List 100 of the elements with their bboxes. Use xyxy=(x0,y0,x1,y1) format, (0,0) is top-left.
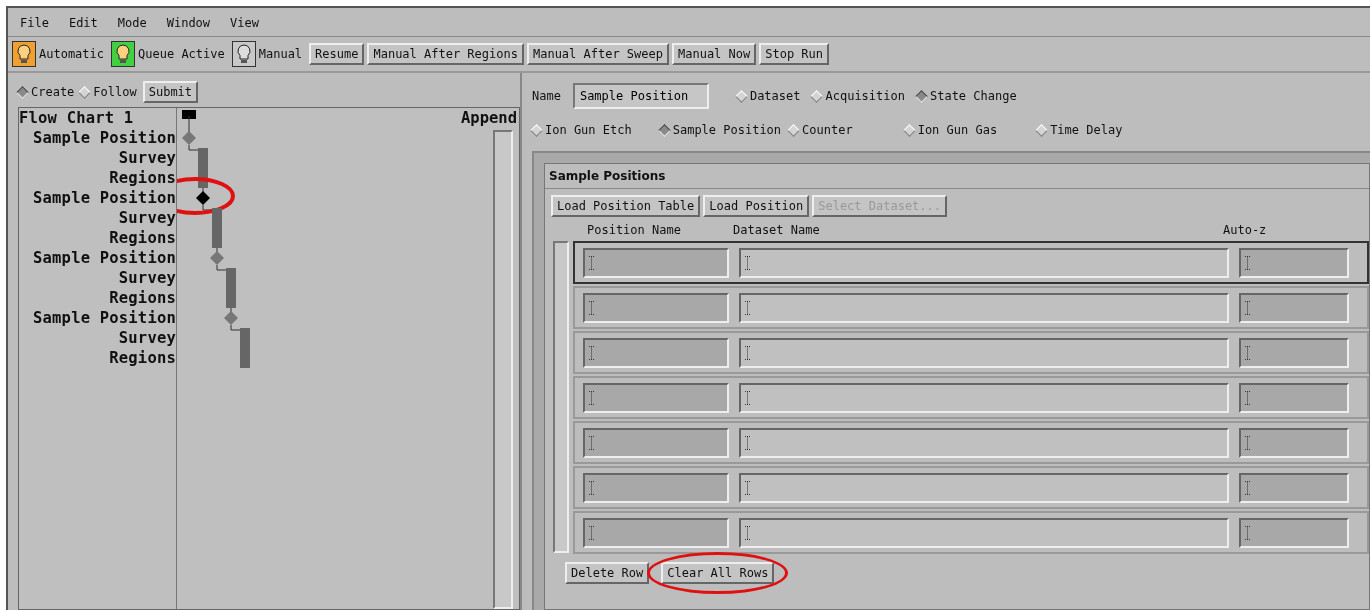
position-name-field[interactable] xyxy=(583,337,729,368)
mode-label: Queue Active xyxy=(138,47,225,61)
menu-item[interactable]: Edit xyxy=(68,16,98,30)
step-label: Survey xyxy=(118,208,176,228)
step-label: Regions xyxy=(109,228,176,248)
type-radio[interactable]: Counter xyxy=(789,123,853,137)
dataset-name-field[interactable] xyxy=(739,382,1229,413)
table-row[interactable] xyxy=(573,511,1369,554)
auto-z-field[interactable] xyxy=(1239,247,1349,278)
dataset-name-field[interactable] xyxy=(739,292,1229,323)
name-field[interactable]: Sample Position xyxy=(572,83,709,109)
action-button[interactable]: Manual After Regions xyxy=(367,43,524,65)
text-cursor-icon xyxy=(589,480,594,495)
light-bulb-icon xyxy=(17,44,31,64)
auto-z-field[interactable] xyxy=(1239,472,1349,503)
start-node xyxy=(182,110,196,119)
step-label: Regions xyxy=(109,168,176,188)
action-button[interactable]: Stop Run xyxy=(759,43,830,65)
text-cursor-icon xyxy=(589,525,594,540)
text-cursor-icon xyxy=(1245,390,1250,405)
column-header: Dataset Name xyxy=(733,223,821,237)
action-button[interactable]: Manual After Sweep xyxy=(526,43,669,65)
menu-item[interactable]: Mode xyxy=(117,16,147,30)
type-radio[interactable]: Ion Gun Etch xyxy=(532,123,632,137)
step-label: Regions xyxy=(109,288,176,308)
step-diamond[interactable] xyxy=(196,191,210,205)
action-button[interactable]: Manual Now xyxy=(672,43,757,65)
auto-z-field[interactable] xyxy=(1239,292,1349,323)
dataset-name-field[interactable] xyxy=(739,427,1229,458)
group-title: Sample Positions xyxy=(545,164,1369,189)
mode-indicator[interactable] xyxy=(12,41,36,67)
table-row[interactable] xyxy=(573,286,1369,329)
text-cursor-icon xyxy=(745,345,750,360)
text-cursor-icon xyxy=(745,300,750,315)
radio-option[interactable]: Follow xyxy=(80,85,137,99)
table-row[interactable] xyxy=(573,421,1369,464)
text-cursor-icon xyxy=(1245,480,1250,495)
step-label: Sample Position xyxy=(33,248,176,268)
text-cursor-icon xyxy=(745,255,750,270)
scrollbar[interactable] xyxy=(553,241,569,553)
chart-title: Flow Chart 1 xyxy=(19,108,134,128)
text-cursor-icon xyxy=(745,480,750,495)
auto-z-field[interactable] xyxy=(1239,517,1349,548)
mode-indicator[interactable] xyxy=(231,41,256,67)
type-radio[interactable]: Ion Gun Gas xyxy=(904,123,998,137)
position-name-field[interactable] xyxy=(583,472,729,503)
type-radio[interactable]: Dataset xyxy=(736,89,801,103)
mode-indicator[interactable] xyxy=(111,41,136,67)
table-row[interactable] xyxy=(573,466,1369,509)
text-cursor-icon xyxy=(589,435,594,450)
type-radio[interactable]: Sample Position xyxy=(659,123,782,137)
auto-z-field[interactable] xyxy=(1239,382,1349,413)
table-button[interactable]: Load Position xyxy=(703,195,810,217)
mode-label: Manual xyxy=(258,47,303,61)
scrollbar[interactable] xyxy=(493,130,513,609)
dataset-name-field[interactable] xyxy=(739,337,1229,368)
position-name-field[interactable] xyxy=(583,247,729,278)
position-name-field[interactable] xyxy=(583,382,729,413)
row-button[interactable]: Delete Row xyxy=(565,562,650,584)
step-label: Survey xyxy=(118,268,176,288)
dataset-name-field[interactable] xyxy=(739,247,1229,278)
step-label: Survey xyxy=(118,328,176,348)
step-label: Sample Position xyxy=(33,308,176,328)
column-header: Position Name xyxy=(587,223,682,237)
light-bulb-icon xyxy=(116,44,131,64)
text-cursor-icon xyxy=(1245,255,1250,270)
text-cursor-icon xyxy=(589,345,594,360)
column-header: Auto-z xyxy=(1223,223,1268,237)
type-radio[interactable]: Time Delay xyxy=(1037,123,1123,137)
table-button[interactable]: Load Position Table xyxy=(551,195,701,217)
type-radio[interactable]: Acquisition xyxy=(812,89,905,103)
submit-button[interactable]: Submit xyxy=(142,81,199,103)
text-cursor-icon xyxy=(1245,435,1250,450)
menu-item[interactable]: File xyxy=(20,16,49,30)
text-cursor-icon xyxy=(745,435,750,450)
text-cursor-icon xyxy=(589,300,594,315)
action-button[interactable]: Resume xyxy=(309,43,365,65)
position-name-field[interactable] xyxy=(583,292,729,323)
table-row[interactable] xyxy=(573,241,1369,284)
auto-z-field[interactable] xyxy=(1239,337,1349,368)
step-label: Survey xyxy=(118,148,176,168)
table-row[interactable] xyxy=(573,376,1369,419)
type-radio[interactable]: State Change xyxy=(916,89,1017,103)
step-label: Sample Position xyxy=(33,188,176,208)
position-name-field[interactable] xyxy=(583,517,729,548)
text-cursor-icon xyxy=(745,390,750,405)
table-row[interactable] xyxy=(573,331,1369,374)
auto-z-field[interactable] xyxy=(1239,427,1349,458)
text-cursor-icon xyxy=(1245,300,1250,315)
text-cursor-icon xyxy=(1245,345,1250,360)
radio-option[interactable]: Create xyxy=(18,85,75,99)
row-button[interactable]: Clear All Rows xyxy=(661,562,775,584)
text-cursor-icon xyxy=(589,255,594,270)
text-cursor-icon xyxy=(1245,525,1250,540)
menu-item[interactable]: Window xyxy=(166,16,211,30)
position-name-field[interactable] xyxy=(583,427,729,458)
dataset-name-field[interactable] xyxy=(739,517,1229,548)
menu-item[interactable]: View xyxy=(230,16,259,30)
step-label: Sample Position xyxy=(33,128,176,148)
dataset-name-field[interactable] xyxy=(739,472,1229,503)
